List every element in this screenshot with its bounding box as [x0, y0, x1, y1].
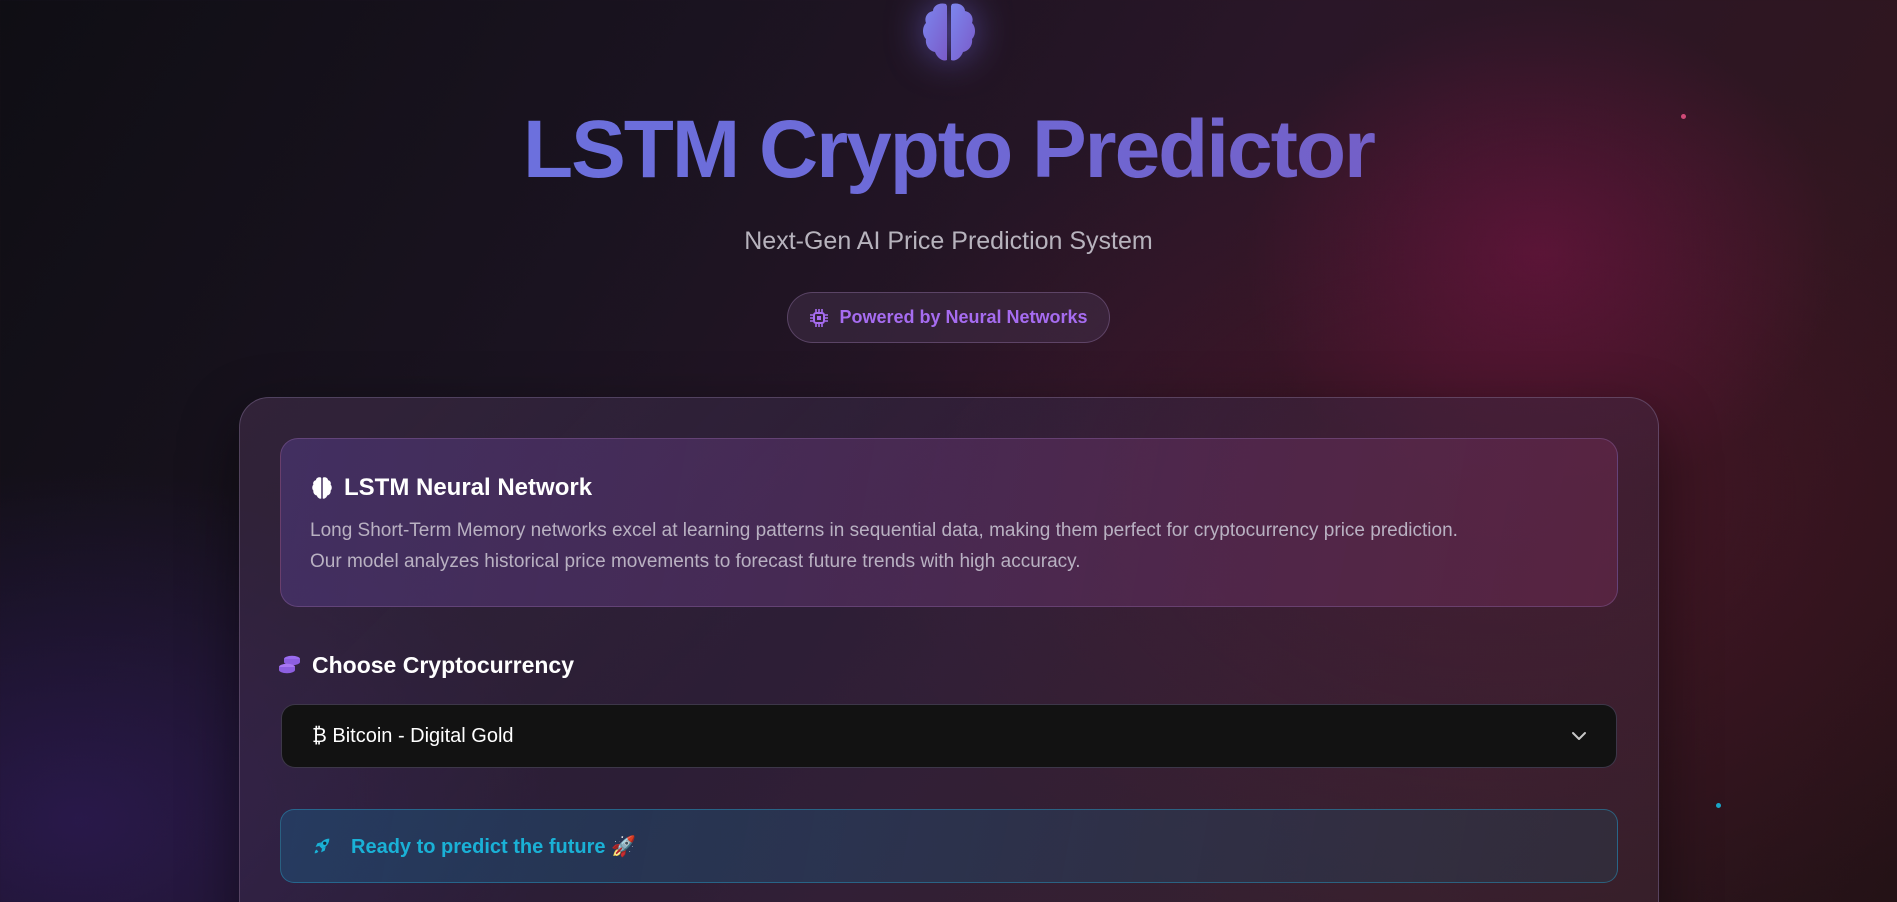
chip-icon — [810, 308, 829, 327]
crypto-select-value: ₿ Bitcoin - Digital Gold — [312, 724, 514, 747]
crypto-select-label-text: Choose Cryptocurrency — [312, 652, 575, 678]
page-title: LSTM Crypto Predictor — [0, 100, 1897, 200]
info-card-description-line: Long Short-Term Memory networks excel at… — [310, 520, 1458, 541]
powered-badge: Powered by Neural Networks — [787, 292, 1110, 343]
info-card-heading: LSTM Neural Network — [310, 471, 592, 505]
status-message: Ready to predict the future 🚀 — [280, 809, 1618, 883]
page-subtitle: Next-Gen AI Price Prediction System — [744, 227, 1153, 255]
status-text: Ready to predict the future 🚀 — [351, 835, 636, 858]
rocket-icon — [314, 838, 330, 854]
info-card-description: Long Short-Term Memory networks excel at… — [310, 515, 1600, 577]
brain-icon — [923, 3, 975, 61]
crypto-select[interactable]: ₿ Bitcoin - Digital Gold — [281, 704, 1617, 768]
crypto-select-label: Choose Cryptocurrency — [278, 648, 574, 682]
powered-badge-label: Powered by Neural Networks — [839, 307, 1088, 327]
info-card-description-line: Our model analyzes historical price move… — [310, 551, 1081, 572]
decorative-particle — [1716, 803, 1721, 808]
chevron-down-icon — [1572, 732, 1586, 740]
brain-icon — [312, 477, 332, 499]
info-card-title: LSTM Neural Network — [344, 474, 593, 501]
coins-icon — [279, 655, 300, 674]
